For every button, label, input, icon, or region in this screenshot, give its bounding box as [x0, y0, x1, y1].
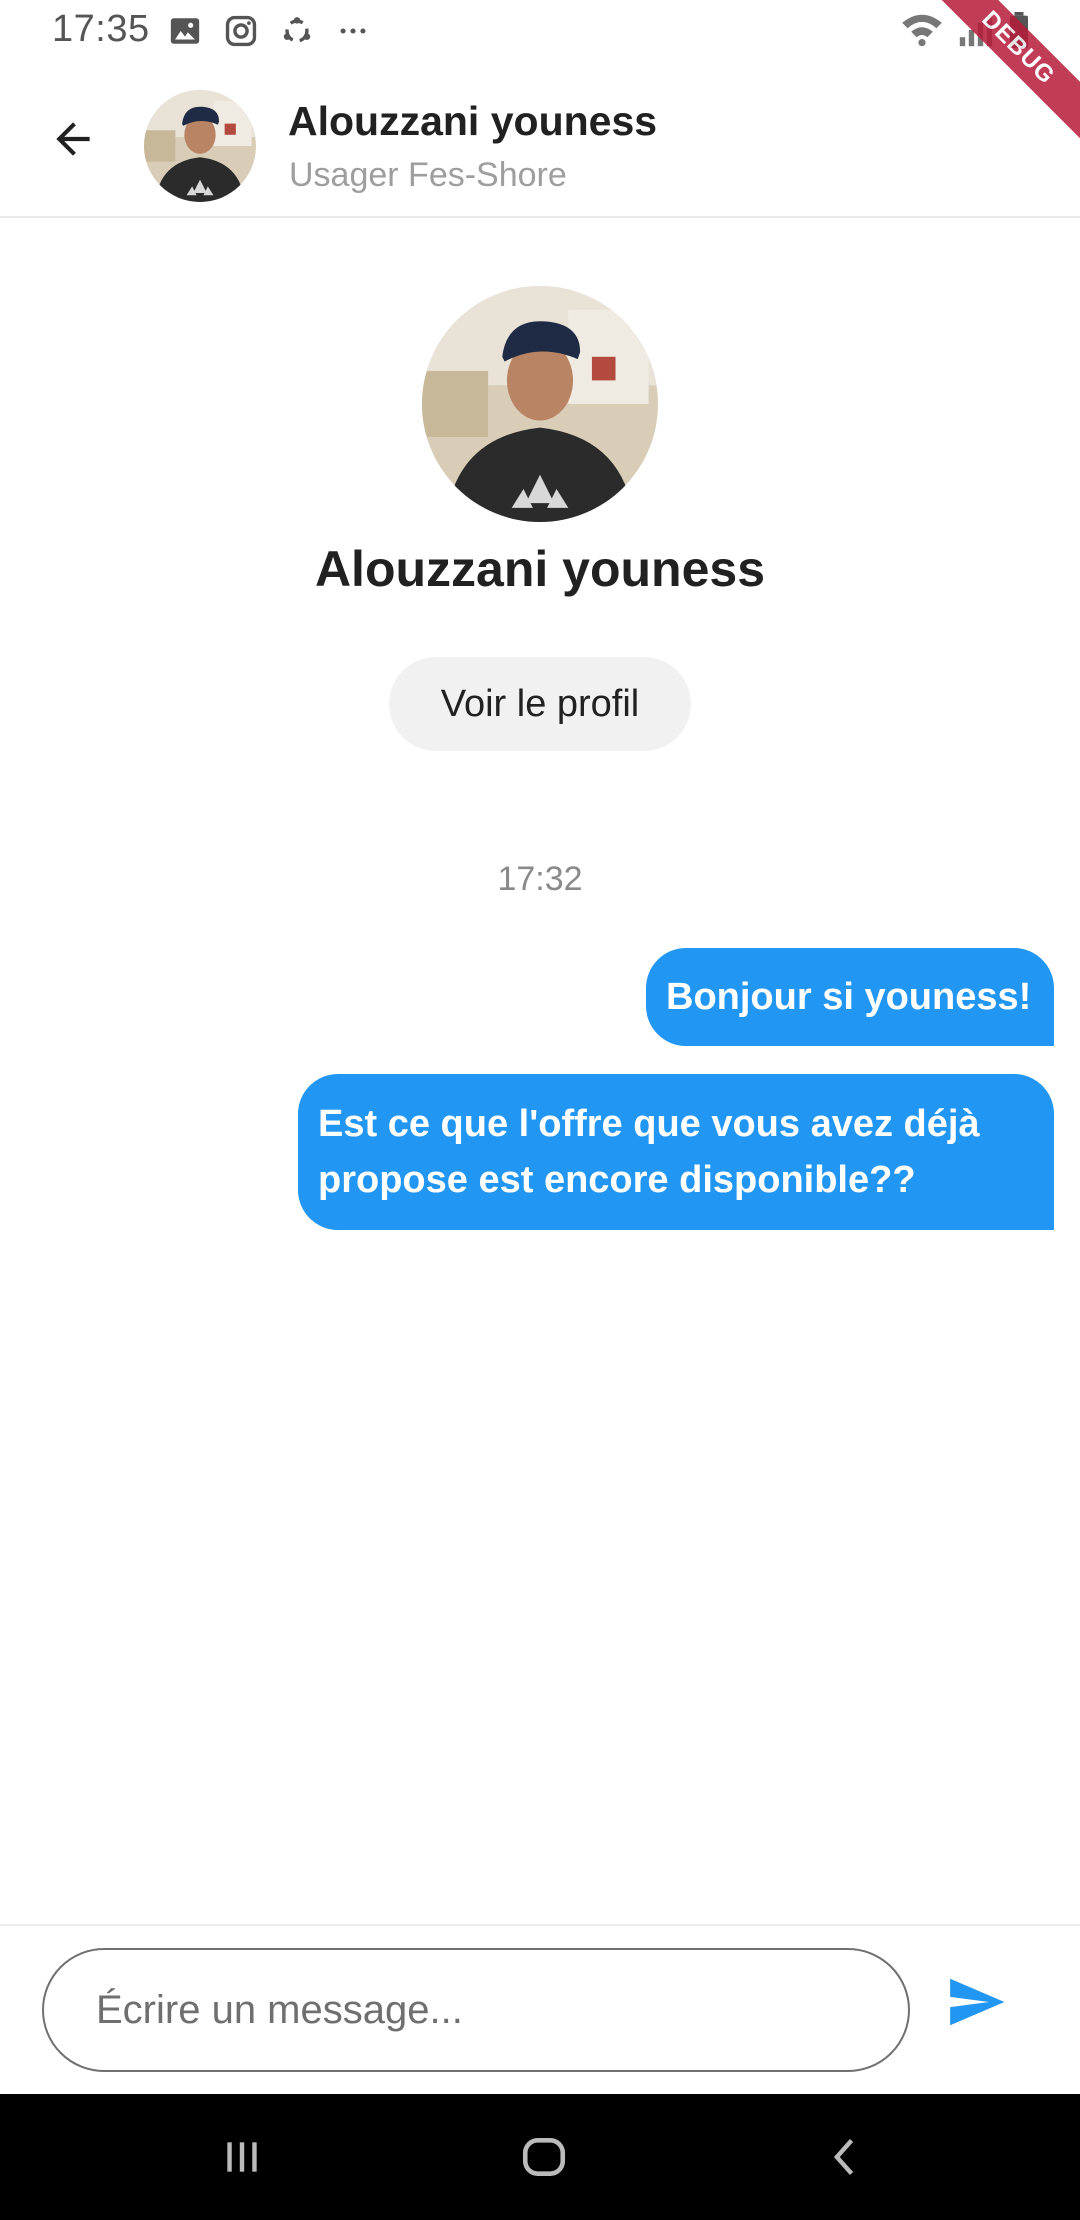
avatar-photo: [144, 90, 256, 202]
image-icon: [170, 18, 200, 44]
profile-avatar[interactable]: [422, 286, 658, 522]
profile-name: Alouzzani youness: [314, 541, 766, 597]
instagram-icon: [225, 15, 257, 47]
wifi-icon: [902, 14, 942, 47]
outgoing-message-bubble[interactable]: Est ce que l'offre que vous avez déjà pr…: [298, 1074, 1054, 1230]
arrow-left-icon: [56, 122, 90, 156]
header-contact-subtitle: Usager Fes-Shore: [289, 156, 567, 194]
status-time: 17:35: [52, 8, 150, 50]
chat-app-bar: Alouzzani youness Usager Fes-Shore: [0, 64, 1080, 218]
header-avatar[interactable]: [144, 90, 256, 202]
message-composer: [0, 1924, 1080, 2094]
outgoing-message-bubble[interactable]: Bonjour si youness!: [646, 948, 1054, 1046]
sync-icon: [283, 17, 311, 43]
recents-icon: [227, 2142, 257, 2172]
view-profile-button[interactable]: Voir le profil: [389, 657, 691, 751]
status-bar: 17:35 DEBUG: [0, 0, 1080, 147]
message-timestamp: 17:32: [497, 860, 583, 898]
send-icon: [950, 1978, 1005, 2026]
status-notification-icons: [168, 14, 370, 48]
send-button[interactable]: [940, 1966, 1012, 2038]
home-button[interactable]: [504, 2124, 584, 2190]
message-input[interactable]: [42, 1948, 910, 2072]
back-nav-button[interactable]: [806, 2124, 886, 2190]
more-icon: [340, 28, 366, 34]
header-contact-name: Alouzzani youness: [288, 98, 658, 144]
back-button[interactable]: [38, 104, 108, 174]
home-icon: [522, 2138, 566, 2176]
system-nav-bar: [0, 2094, 1080, 2220]
chevron-left-icon: [833, 2139, 854, 2175]
recent-apps-button[interactable]: [202, 2124, 282, 2190]
avatar-photo: [422, 286, 658, 522]
